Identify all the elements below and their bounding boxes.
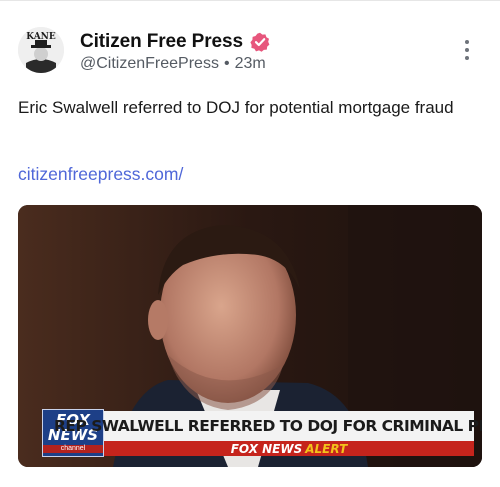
top-divider xyxy=(0,0,500,1)
post-media-video[interactable]: FOX NEWS channel REP SWALWELL REFERRED T… xyxy=(18,205,482,467)
author-meta: @CitizenFreePress • 23m xyxy=(80,55,266,73)
author-display-name[interactable]: Citizen Free Press xyxy=(80,31,243,53)
author-handle[interactable]: @CitizenFreePress xyxy=(80,55,219,73)
news-alert-bar: FOX NEWS ALERT xyxy=(104,441,474,456)
alert-prefix: FOX NEWS xyxy=(230,441,303,456)
author-avatar[interactable]: KANE xyxy=(18,27,64,73)
verified-badge-icon xyxy=(250,32,270,52)
post-text: Eric Swalwell referred to DOJ for potent… xyxy=(18,98,454,117)
post-link[interactable]: citizenfreepress.com/ xyxy=(18,164,183,185)
more-vertical-icon[interactable] xyxy=(455,40,479,66)
post-timestamp[interactable]: 23m xyxy=(235,55,266,73)
fox-news-logo-line3: channel xyxy=(43,445,103,453)
news-chyron: REP SWALWELL REFERRED TO DOJ FOR CRIMINA… xyxy=(54,411,482,441)
meta-separator: • xyxy=(223,55,230,72)
avatar-text: KANE xyxy=(26,32,56,42)
author-name-row: Citizen Free Press xyxy=(80,30,270,54)
alert-word: ALERT xyxy=(305,441,348,456)
